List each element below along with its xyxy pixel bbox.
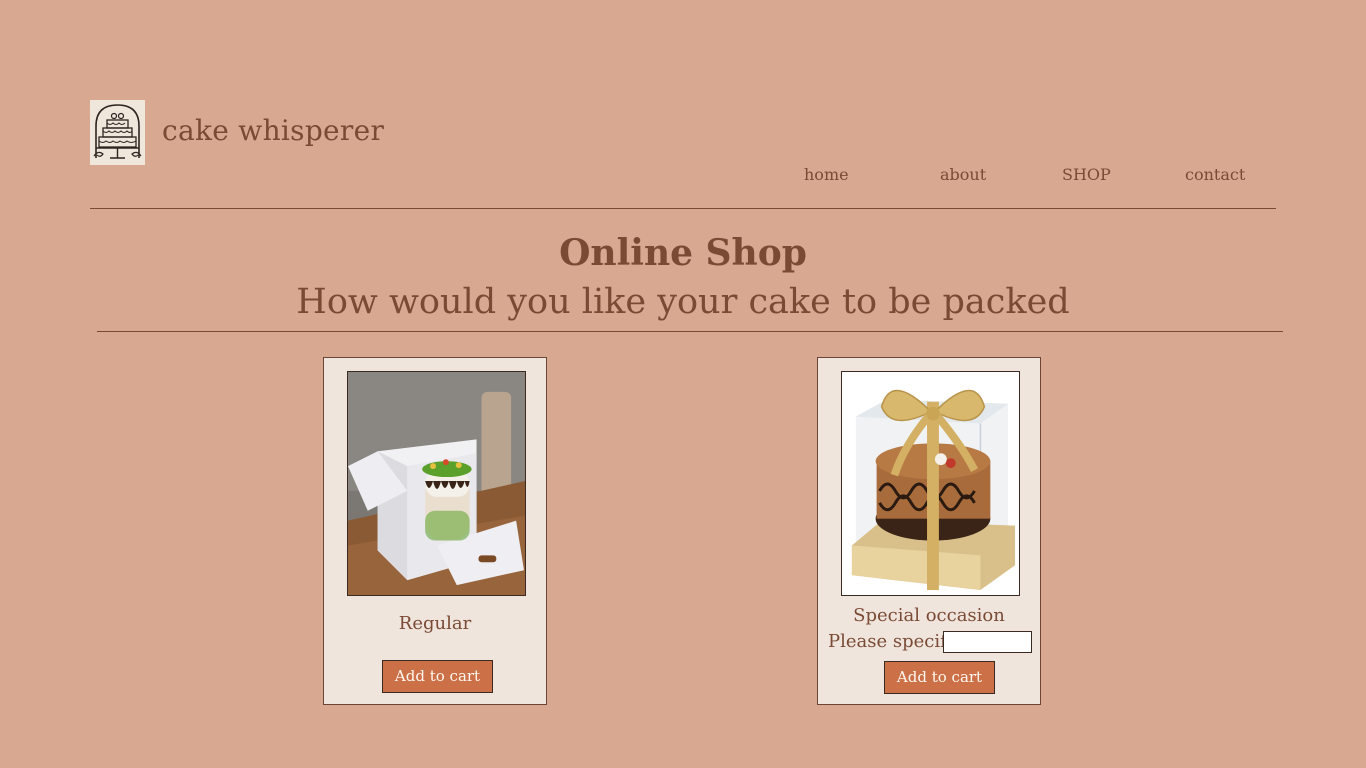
add-to-cart-button-special-occasion[interactable]: Add to cart [884,661,995,694]
add-to-cart-button-regular[interactable]: Add to cart [382,660,493,693]
specify-occasion-input[interactable] [943,631,1032,653]
nav-item-home[interactable]: home [804,165,849,184]
product-name-regular: Regular [398,613,472,634]
section-divider [97,331,1283,332]
nav-item-shop[interactable]: SHOP [1062,165,1111,184]
cake-in-clear-box-with-ribbon-image [841,371,1020,596]
page-subtitle: How would you like your cake to be packe… [296,282,1070,322]
product-card-special-occasion: Special occasion Please specify: Add to … [817,357,1041,705]
tiered-cake-logo-icon[interactable] [90,100,145,165]
product-card-regular: Regular Add to cart [323,357,547,705]
page: cake whisperer home about SHOP contact O… [0,0,1366,768]
header-divider [90,208,1276,209]
nav-item-about[interactable]: about [940,165,986,184]
product-name-special-occasion: Special occasion [853,605,1005,626]
brand-name[interactable]: cake whisperer [162,114,384,147]
nav-item-contact[interactable]: contact [1185,165,1245,184]
cake-in-white-box-image [347,371,526,596]
main-nav: home about SHOP contact [0,165,1366,189]
page-title: Online Shop [559,232,807,274]
